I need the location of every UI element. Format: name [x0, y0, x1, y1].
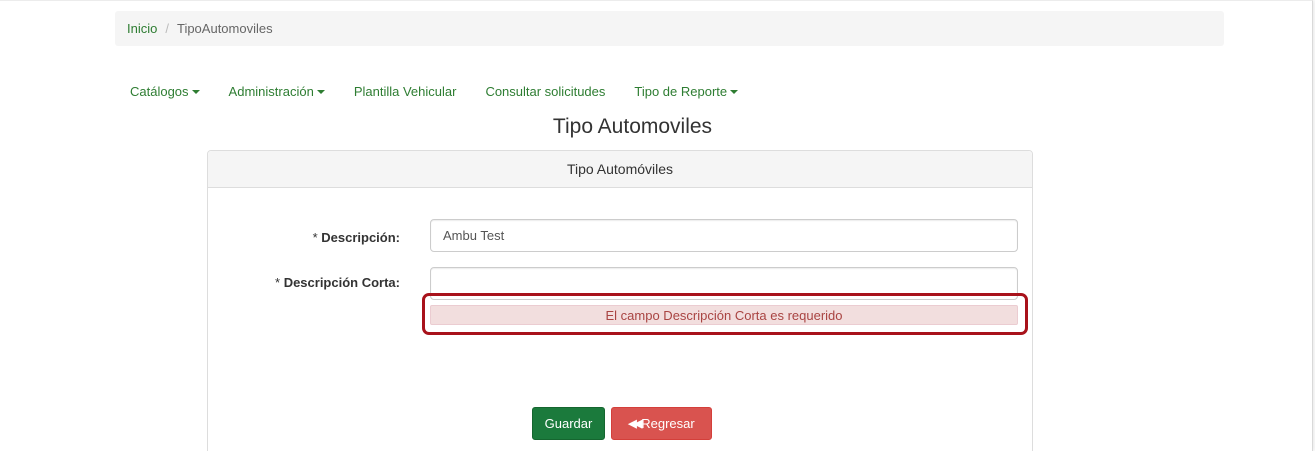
back-button-label: Regresar	[641, 416, 695, 431]
panel-heading: Tipo Automóviles	[208, 151, 1032, 188]
breadcrumb-separator: /	[165, 21, 169, 36]
caret-down-icon	[730, 89, 739, 94]
nav-reporte-label: Tipo de Reporte	[634, 83, 728, 99]
required-mark: *	[275, 275, 281, 290]
required-mark: *	[312, 230, 318, 245]
breadcrumb-home-link[interactable]: Inicio	[127, 21, 157, 36]
breadcrumb: Inicio / TipoAutomoviles	[115, 11, 1224, 46]
caret-down-icon	[316, 89, 325, 94]
page-frame: Inicio / TipoAutomoviles Catálogos Admin…	[0, 0, 1313, 451]
descripcion-corta-label-text: Descripción Corta:	[283, 275, 400, 290]
caret-down-icon	[191, 89, 200, 94]
nav-consultar-label: Consultar solicitudes	[485, 83, 606, 99]
main-nav: Catálogos Administración Plantilla Vehic…	[130, 81, 767, 101]
nav-reporte-dropdown[interactable]: Tipo de Reporte	[634, 83, 739, 99]
form-panel: Tipo Automóviles * Descripción: * Descri…	[207, 150, 1033, 451]
nav-catalogos-label: Catálogos	[130, 83, 189, 99]
descripcion-label-text: Descripción:	[321, 230, 400, 245]
breadcrumb-current: TipoAutomoviles	[176, 21, 273, 36]
nav-catalogos-dropdown[interactable]: Catálogos	[130, 84, 200, 99]
save-button[interactable]: Guardar	[532, 407, 605, 440]
error-highlight-box	[422, 293, 1028, 335]
nav-plantilla-label: Plantilla Vehicular	[353, 83, 457, 99]
nav-plantilla-link[interactable]: Plantilla Vehicular	[354, 84, 457, 99]
nav-administracion-label: Administración	[228, 83, 314, 99]
page-title: Tipo Automoviles	[552, 115, 713, 138]
nav-consultar-link[interactable]: Consultar solicitudes	[485, 84, 605, 99]
double-left-chevron-icon: ◀◀	[628, 418, 642, 430]
nav-administracion-dropdown[interactable]: Administración	[229, 84, 325, 99]
save-button-label: Guardar	[544, 416, 593, 431]
back-button[interactable]: ◀◀ Regresar	[611, 407, 712, 440]
descripcion-corta-label: * Descripción Corta:	[275, 275, 400, 290]
descripcion-input[interactable]	[430, 219, 1018, 252]
descripcion-label: * Descripción:	[313, 230, 400, 245]
